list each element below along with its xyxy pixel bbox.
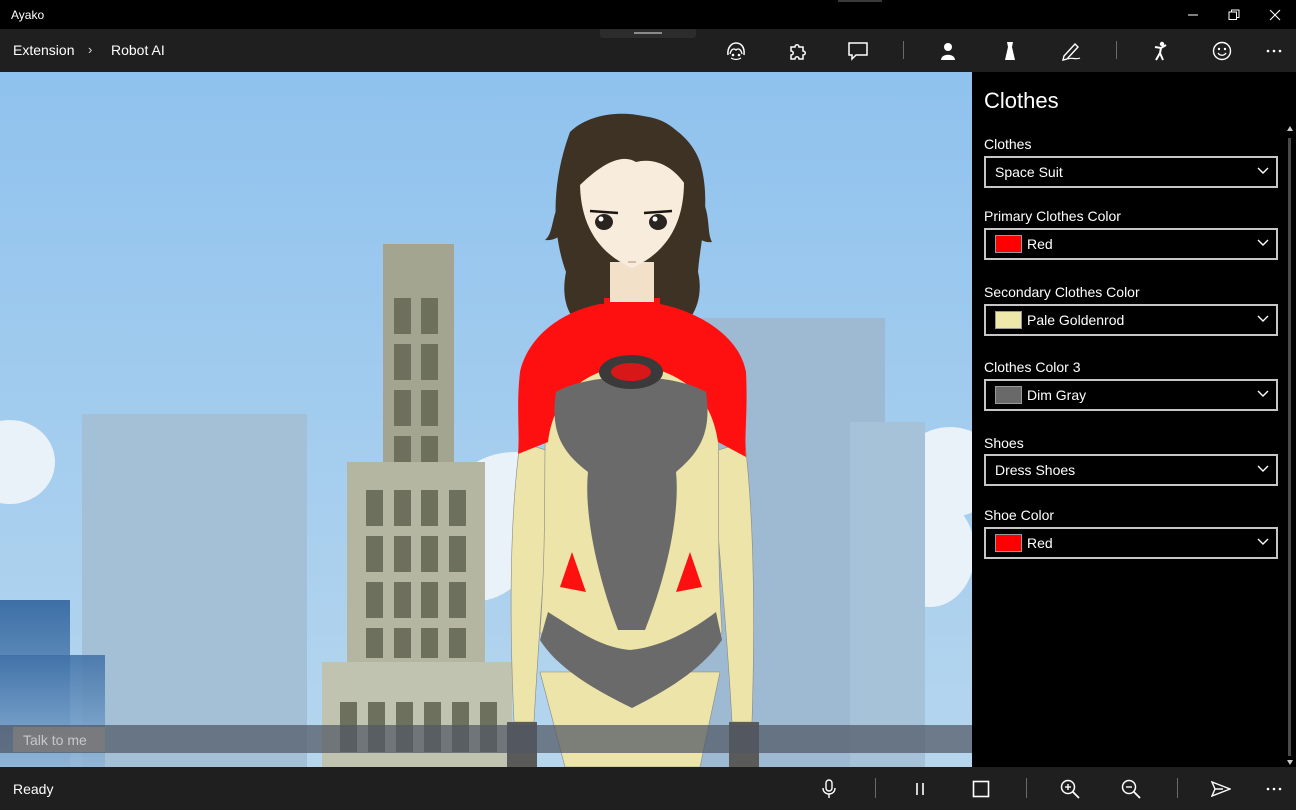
minimize-button[interactable] — [1170, 0, 1216, 29]
zoom-in-icon — [1060, 779, 1080, 799]
draw-button[interactable] — [1051, 33, 1091, 69]
clothes-button[interactable] — [990, 33, 1030, 69]
chat-button[interactable] — [838, 33, 878, 69]
microphone-button[interactable] — [809, 770, 849, 807]
send-button[interactable] — [1201, 770, 1241, 807]
building — [850, 422, 925, 767]
minimize-icon — [1188, 14, 1198, 15]
face-outline-icon — [727, 42, 745, 61]
pause-icon — [916, 782, 924, 795]
toolbar-separator — [1116, 41, 1117, 59]
character-stage — [0, 72, 972, 767]
chevron-down-icon — [1257, 239, 1269, 246]
color-swatch — [995, 311, 1022, 329]
secondary-color-label: Secondary Clothes Color — [984, 284, 1140, 300]
chevron-down-icon — [1257, 315, 1269, 322]
chevron-down-icon — [1257, 167, 1269, 174]
dropdown-value: Dress Shoes — [995, 462, 1076, 478]
chat-input[interactable] — [13, 727, 105, 752]
zoom-out-button[interactable] — [1111, 770, 1151, 807]
toolbar-separator — [875, 778, 876, 798]
stop-icon — [972, 780, 990, 797]
pen-icon — [1062, 42, 1081, 61]
dropdown-value: Red — [1027, 535, 1053, 551]
dropdown-value: Red — [1027, 236, 1053, 252]
drag-handle[interactable] — [600, 29, 696, 38]
chevron-down-icon — [1257, 538, 1269, 545]
dropdown-value: Dim Gray — [1027, 387, 1087, 403]
title-grip — [838, 0, 882, 2]
dress-icon — [1005, 42, 1015, 60]
dropdown-value: Pale Goldenrod — [1027, 312, 1125, 328]
status-text: Ready — [13, 781, 54, 797]
clothes-panel: Clothes Clothes Space Suit Primary Cloth… — [972, 72, 1296, 767]
more-icon — [1266, 49, 1282, 53]
restore-button[interactable] — [1211, 0, 1257, 29]
clothes-label: Clothes — [984, 136, 1032, 152]
breadcrumb-separator: › — [88, 42, 93, 57]
clothes-color-3-dropdown[interactable]: Dim Gray — [984, 379, 1278, 411]
toolbar-separator — [1177, 778, 1178, 798]
chevron-down-icon — [1257, 465, 1269, 472]
color-swatch — [995, 386, 1022, 404]
color-swatch — [995, 534, 1022, 552]
clothes-color-3-label: Clothes Color 3 — [984, 359, 1081, 375]
chevron-down-icon — [1257, 390, 1269, 397]
character-scene — [0, 72, 972, 767]
secondary-color-dropdown[interactable]: Pale Goldenrod — [984, 304, 1278, 336]
shoes-label: Shoes — [984, 435, 1024, 451]
close-button[interactable] — [1252, 0, 1296, 29]
extensions-button[interactable] — [777, 33, 817, 69]
color-swatch — [995, 235, 1022, 253]
panel-scrollbar[interactable] — [1284, 124, 1296, 767]
pose-button[interactable] — [1140, 33, 1180, 69]
panel-title: Clothes — [984, 88, 1059, 113]
command-bar: Extension › Robot AI — [0, 29, 1296, 72]
stop-button[interactable] — [961, 770, 1001, 807]
dropdown-value: Space Suit — [995, 164, 1063, 180]
chat-bubble-icon — [848, 42, 868, 61]
smiley-icon — [1212, 41, 1232, 61]
more-button[interactable] — [1254, 33, 1294, 69]
clothes-dropdown[interactable]: Space Suit — [984, 156, 1278, 188]
close-icon — [1269, 9, 1281, 20]
toolbar-separator — [1026, 778, 1027, 798]
chat-bar — [0, 725, 972, 753]
face-button[interactable] — [716, 33, 756, 69]
character-button[interactable] — [928, 33, 968, 69]
breadcrumb-extension[interactable]: Extension — [13, 42, 74, 58]
microphone-icon — [822, 778, 836, 798]
window-title: Ayako — [11, 8, 45, 22]
scroll-up-icon[interactable] — [1287, 126, 1293, 131]
shoe-color-dropdown[interactable]: Red — [984, 527, 1278, 559]
building — [82, 414, 307, 767]
person-icon — [941, 43, 955, 60]
zoom-out-icon — [1121, 779, 1141, 799]
shoe-color-label: Shoe Color — [984, 507, 1055, 523]
breadcrumb-current: Robot AI — [111, 42, 165, 58]
pause-button[interactable] — [900, 770, 940, 807]
shoes-dropdown[interactable]: Dress Shoes — [984, 454, 1278, 486]
title-bar: Ayako — [0, 0, 1296, 29]
expression-button[interactable] — [1202, 33, 1242, 69]
scrollbar-thumb[interactable] — [1288, 138, 1291, 756]
pose-icon — [1154, 41, 1167, 61]
toolbar-separator — [903, 41, 904, 59]
more-button[interactable] — [1254, 770, 1294, 807]
zoom-in-button[interactable] — [1050, 770, 1090, 807]
puzzle-icon — [790, 44, 806, 60]
send-icon — [1211, 780, 1231, 797]
bottom-bar: Ready — [0, 767, 1296, 810]
restore-icon — [1228, 9, 1240, 20]
primary-color-label: Primary Clothes Color — [984, 208, 1121, 224]
primary-color-dropdown[interactable]: Red — [984, 228, 1278, 260]
more-icon — [1266, 787, 1282, 790]
scroll-down-icon[interactable] — [1287, 760, 1293, 765]
